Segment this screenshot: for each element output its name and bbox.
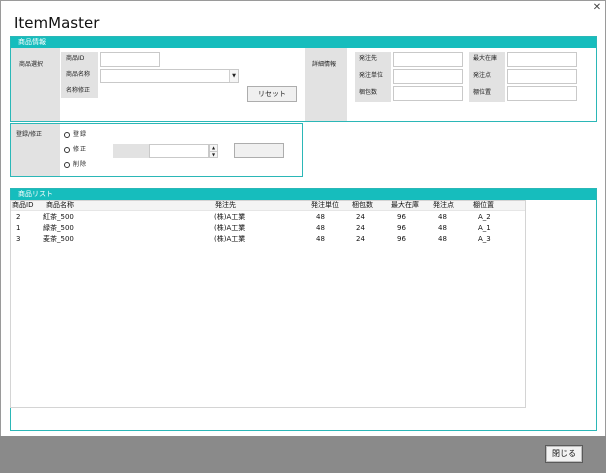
cell-shelf: A_2 bbox=[478, 213, 491, 221]
detail-label: 詳細情報 bbox=[312, 61, 337, 68]
cell-product-name: 麦茶_500 bbox=[43, 235, 74, 243]
edit-action-button[interactable] bbox=[234, 143, 284, 158]
table-row[interactable]: 2 紅茶_500 (株)A工業 48 24 96 48 A_2 bbox=[11, 213, 525, 224]
edit-label: 登録/修正 bbox=[16, 131, 43, 138]
spin-down-icon[interactable]: ▼ bbox=[210, 151, 217, 157]
edit-spin-buttons[interactable]: ▲ ▼ bbox=[209, 144, 218, 158]
pack-count-label: 梱包数 bbox=[359, 89, 378, 96]
radio-delete[interactable]: 削除 bbox=[64, 160, 87, 169]
col-product-id[interactable]: 商品ID bbox=[12, 201, 33, 210]
cell-supplier: (株)A工業 bbox=[214, 213, 246, 221]
product-list-header: 商品リスト bbox=[11, 189, 596, 200]
cell-supplier: (株)A工業 bbox=[214, 235, 246, 243]
cell-product-name: 緑茶_500 bbox=[43, 224, 74, 232]
order-point-label: 発注点 bbox=[473, 72, 492, 79]
reset-button[interactable]: リセット bbox=[247, 86, 297, 102]
radio-register[interactable]: 登録 bbox=[64, 130, 87, 139]
footer-bar bbox=[0, 436, 606, 473]
radio-modify[interactable]: 修正 bbox=[64, 145, 87, 154]
radio-delete-label: 削除 bbox=[73, 160, 88, 168]
cell-supplier: (株)A工業 bbox=[214, 224, 246, 232]
window-title: ItemMaster bbox=[14, 14, 100, 32]
cell-max-stock: 96 bbox=[397, 213, 406, 221]
col-pack-count[interactable]: 梱包数 bbox=[352, 201, 373, 210]
order-point-input[interactable] bbox=[507, 69, 577, 84]
cell-pack-count: 24 bbox=[356, 213, 365, 221]
supplier-input[interactable] bbox=[393, 52, 463, 67]
detail-section bbox=[305, 48, 347, 121]
cell-order-point: 48 bbox=[438, 213, 447, 221]
name-edit-label: 名称修正 bbox=[66, 87, 91, 94]
cell-pack-count: 24 bbox=[356, 224, 365, 232]
table-row[interactable]: 1 緑茶_500 (株)A工業 48 24 96 48 A_1 bbox=[11, 224, 525, 235]
product-id-input[interactable] bbox=[100, 52, 160, 67]
col-shelf[interactable]: 棚位置 bbox=[473, 201, 494, 210]
cell-order-point: 48 bbox=[438, 224, 447, 232]
col-order-point[interactable]: 発注点 bbox=[433, 201, 454, 210]
radio-circle-icon[interactable] bbox=[64, 131, 70, 138]
cell-product-name: 紅茶_500 bbox=[43, 213, 74, 221]
product-select-section bbox=[11, 48, 60, 121]
cell-pack-count: 24 bbox=[356, 235, 365, 243]
max-stock-label: 最大在庫 bbox=[473, 55, 498, 62]
radio-register-label: 登録 bbox=[73, 130, 88, 138]
order-unit-input[interactable] bbox=[393, 69, 463, 84]
radio-modify-label: 修正 bbox=[73, 145, 88, 153]
product-select-label: 商品選択 bbox=[19, 61, 44, 68]
edit-spin-input[interactable] bbox=[149, 144, 209, 158]
product-name-combo[interactable]: ▼ bbox=[100, 69, 239, 83]
col-product-name[interactable]: 商品名称 bbox=[46, 201, 74, 210]
list-column-header: 商品ID 商品名称 発注先 発注単位 梱包数 最大在庫 発注点 棚位置 bbox=[11, 201, 525, 211]
cell-max-stock: 96 bbox=[397, 224, 406, 232]
product-list-view[interactable]: 商品ID 商品名称 発注先 発注単位 梱包数 最大在庫 発注点 棚位置 2 紅茶… bbox=[10, 200, 526, 408]
cell-shelf: A_3 bbox=[478, 235, 491, 243]
pack-count-input[interactable] bbox=[393, 86, 463, 101]
supplier-label: 発注先 bbox=[359, 55, 378, 62]
col-order-unit[interactable]: 発注単位 bbox=[311, 201, 339, 210]
order-unit-label: 発注単位 bbox=[359, 72, 384, 79]
radio-circle-icon[interactable] bbox=[64, 161, 70, 168]
cell-max-stock: 96 bbox=[397, 235, 406, 243]
cell-product-id: 3 bbox=[16, 235, 21, 243]
product-info-header: 商品情報 bbox=[11, 37, 596, 48]
radio-circle-icon[interactable] bbox=[64, 146, 70, 153]
cell-order-point: 48 bbox=[438, 235, 447, 243]
shelf-input[interactable] bbox=[507, 86, 577, 101]
cell-product-id: 2 bbox=[16, 213, 21, 221]
edit-field-label bbox=[113, 144, 149, 158]
col-supplier[interactable]: 発注先 bbox=[215, 201, 236, 210]
close-icon[interactable]: ✕ bbox=[590, 1, 604, 15]
max-stock-input[interactable] bbox=[507, 52, 577, 67]
shelf-label: 棚位置 bbox=[473, 89, 492, 96]
chevron-down-icon[interactable]: ▼ bbox=[229, 70, 238, 82]
cell-product-id: 1 bbox=[16, 224, 21, 232]
cell-order-unit: 48 bbox=[316, 213, 325, 221]
close-button[interactable]: 閉じる bbox=[545, 445, 583, 463]
table-row[interactable]: 3 麦茶_500 (株)A工業 48 24 96 48 A_3 bbox=[11, 235, 525, 246]
cell-order-unit: 48 bbox=[316, 224, 325, 232]
product-name-label: 商品名称 bbox=[66, 71, 91, 78]
cell-shelf: A_1 bbox=[478, 224, 491, 232]
product-id-label: 商品ID bbox=[66, 55, 85, 62]
col-max-stock[interactable]: 最大在庫 bbox=[391, 201, 419, 210]
cell-order-unit: 48 bbox=[316, 235, 325, 243]
